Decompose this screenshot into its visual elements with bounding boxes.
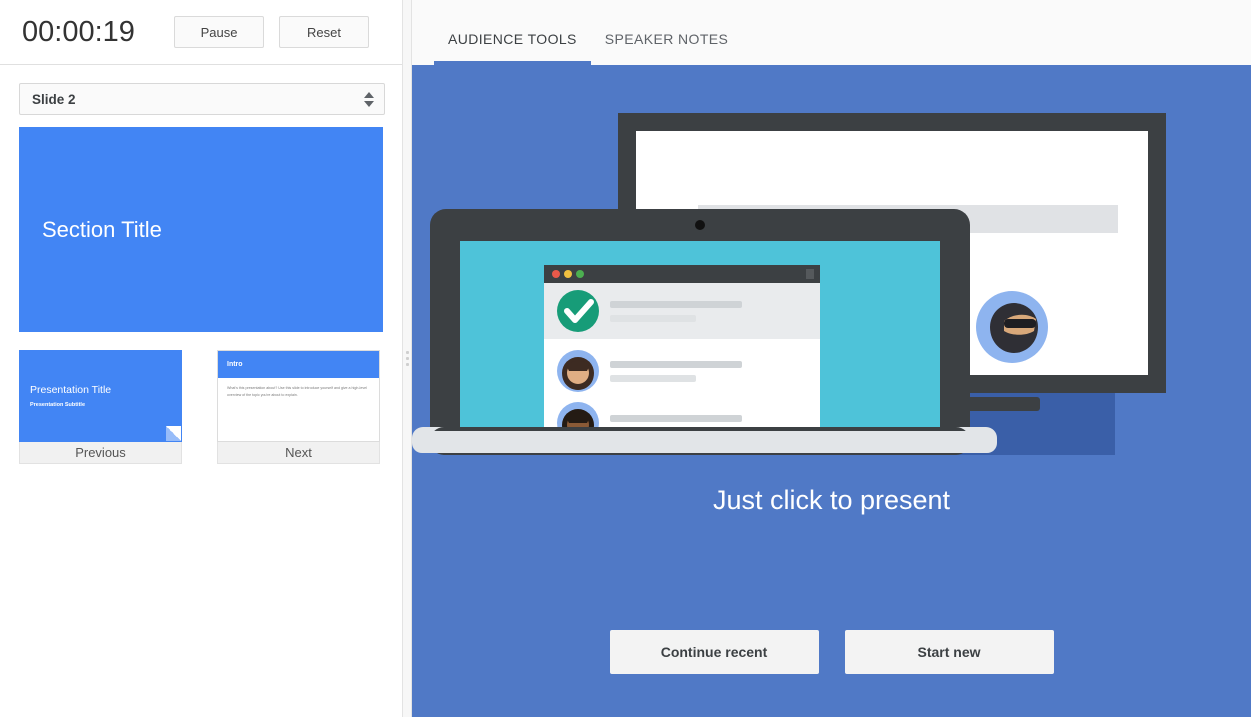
next-slide-col: Intro What's this presentation about? Us… [217, 350, 380, 464]
next-thumb-band: Intro [218, 351, 379, 378]
start-new-button[interactable]: Start new [844, 630, 1054, 674]
page-fold-icon [166, 426, 181, 441]
audience-tools-stage: Just click to present Continue recent St… [412, 65, 1251, 717]
grip-dot [405, 363, 409, 366]
current-slide-preview[interactable]: Section Title [19, 127, 383, 332]
grip-dot [405, 351, 409, 354]
monitor-avatar-icon [976, 291, 1048, 363]
stepper-arrows-icon[interactable] [364, 91, 374, 107]
current-slide-wrap: Section Title [0, 115, 402, 332]
previous-thumb-title: Presentation Title [30, 383, 112, 396]
previous-slide-thumbnail[interactable]: Presentation Title Presentation Subtitle [19, 350, 182, 442]
devices-illustration-icon [412, 113, 1166, 455]
timer-display: 00:00:19 [22, 15, 135, 48]
previous-thumb-subtitle: Presentation Subtitle [30, 401, 86, 408]
current-slide-title: Section Title [42, 216, 162, 242]
tab-audience-tools[interactable]: AUDIENCE TOOLS [434, 31, 591, 65]
splitter-grip-icon [405, 351, 409, 366]
checkmark-icon [557, 290, 599, 332]
next-thumb-heading: Intro [227, 361, 243, 368]
previous-button[interactable]: Previous [19, 442, 182, 464]
right-panel: AUDIENCE TOOLS SPEAKER NOTES Just click … [412, 0, 1251, 717]
next-thumb-body: What's this presentation about? Use this… [227, 386, 367, 397]
left-panel: 00:00:19 Pause Reset Slide 2 Section Tit… [0, 0, 402, 717]
slide-selector-label: Slide 2 [32, 91, 76, 107]
thumbnail-row: Presentation Title Presentation Subtitle… [0, 332, 402, 464]
grip-dot [405, 357, 409, 360]
continue-recent-button[interactable]: Continue recent [609, 630, 819, 674]
pause-button[interactable]: Pause [174, 16, 264, 48]
next-slide-thumbnail[interactable]: Intro What's this presentation about? Us… [217, 350, 380, 442]
tab-speaker-notes[interactable]: SPEAKER NOTES [591, 31, 742, 65]
next-button[interactable]: Next [217, 442, 380, 464]
cta-row: Continue recent Start new [412, 630, 1251, 674]
chevron-up-icon [364, 91, 374, 98]
tab-bar: AUDIENCE TOOLS SPEAKER NOTES [412, 0, 1251, 65]
participant-avatar-icon [557, 350, 599, 392]
present-illustration [412, 105, 1251, 455]
chevron-down-icon [364, 100, 374, 107]
presenter-view: 00:00:19 Pause Reset Slide 2 Section Tit… [0, 0, 1251, 717]
previous-slide-col: Presentation Title Presentation Subtitle… [19, 350, 182, 464]
slide-selector[interactable]: Slide 2 [19, 83, 385, 115]
stage-headline: Just click to present [712, 485, 951, 515]
panel-splitter[interactable] [402, 0, 412, 717]
slide-selector-wrap: Slide 2 [0, 65, 402, 115]
timer-bar: 00:00:19 Pause Reset [0, 0, 402, 65]
reset-button[interactable]: Reset [279, 16, 369, 48]
